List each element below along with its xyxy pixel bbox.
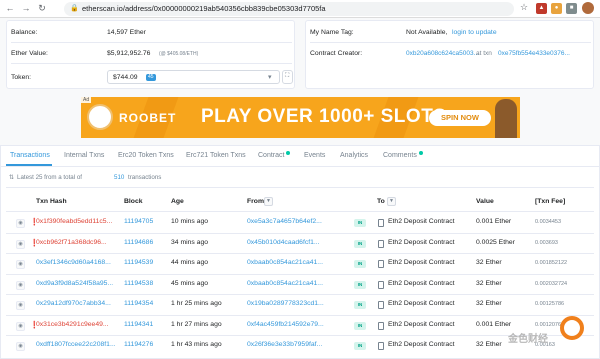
block-link[interactable]: 11194341 — [124, 321, 153, 328]
age-text: 10 mins ago — [171, 218, 209, 225]
txn-fee-text: 0.00125786 — [535, 301, 565, 307]
contract-icon — [378, 219, 384, 227]
eye-icon[interactable]: ◉ — [16, 321, 25, 331]
eye-icon[interactable]: ◉ — [16, 239, 25, 249]
value-text: 0.0025 Ether — [476, 238, 515, 246]
direction-badge: IN — [354, 239, 366, 248]
block-link[interactable]: 11194686 — [124, 239, 153, 246]
value-text: 32 Ether — [476, 279, 502, 287]
row-divider — [6, 314, 594, 316]
txn-hash-link[interactable]: 0xcb962f71a368dc96... — [36, 239, 107, 246]
contract-icon — [378, 260, 384, 268]
to-contract-link[interactable]: Eth2 Deposit Contract — [388, 259, 455, 266]
age-text: 1 hr 25 mins ago — [171, 300, 222, 307]
from-address-link[interactable]: 0xe5a3c7a4657b64ef2... — [247, 218, 322, 225]
eye-icon[interactable]: ◉ — [16, 280, 25, 290]
to-contract-link[interactable]: Eth2 Deposit Contract — [388, 239, 455, 246]
row-divider — [6, 335, 594, 336]
row-divider — [6, 253, 594, 254]
age-text: 1 hr 27 mins ago — [171, 320, 222, 328]
txn-fee-text: 0.003693 — [535, 239, 558, 246]
value-text: 32 Ether — [476, 341, 502, 348]
watermark-text: 金色财经 — [508, 334, 548, 345]
contract-icon — [378, 239, 384, 248]
direction-badge: IN — [354, 280, 366, 289]
block-link[interactable]: 11194538 — [124, 280, 153, 287]
direction-badge: IN — [354, 219, 366, 227]
age-text: 34 mins ago — [171, 238, 209, 246]
txn-fee-text: 0.002032724 — [535, 280, 568, 287]
direction-badge: IN — [354, 260, 366, 268]
from-address-link[interactable]: 0x26f36e3e33b7959faf... — [247, 341, 322, 348]
to-contract-link[interactable]: Eth2 Deposit Contract — [388, 280, 455, 287]
from-address-link[interactable]: 0x19ba0289778323cd1... — [247, 300, 324, 307]
row-divider — [6, 294, 594, 295]
txn-hash-link[interactable]: 0x1f390feabd5edd11c5... — [36, 218, 112, 225]
value-text: 32 Ether — [476, 259, 502, 266]
from-address-link[interactable]: 0xbaab0c854ac21ca41... — [247, 280, 323, 287]
from-address-link[interactable]: 0xf4ac459fb214592e79... — [247, 321, 324, 328]
direction-badge: IN — [354, 301, 366, 309]
age-text: 44 mins ago — [171, 259, 209, 266]
txn-fee-text: 0.0034453 — [535, 219, 561, 225]
txn-hash-link[interactable]: 0x3ef1346c9d60a4168... — [36, 259, 111, 266]
eye-icon[interactable]: ◉ — [16, 342, 25, 351]
row-divider — [6, 232, 594, 234]
txn-hash-link[interactable]: 0xdff1807fccee22c208f1... — [36, 341, 116, 348]
direction-badge: IN — [354, 342, 366, 350]
txn-hash-link[interactable]: 0x31ce3b4291c9ee49... — [36, 321, 109, 328]
to-contract-link[interactable]: Eth2 Deposit Contract — [388, 218, 455, 225]
to-contract-link[interactable]: Eth2 Deposit Contract — [388, 300, 455, 307]
contract-icon — [378, 321, 384, 330]
contract-icon — [378, 301, 384, 309]
value-text: 32 Ether — [476, 300, 502, 307]
watermark-logo-icon — [560, 316, 584, 340]
from-address-link[interactable]: 0x45b010d4caad6fcf1... — [247, 239, 320, 246]
to-contract-link[interactable]: Eth2 Deposit Contract — [388, 321, 455, 328]
eye-icon[interactable]: ◉ — [16, 260, 25, 269]
txn-fee-text: 0.0012076 — [535, 321, 561, 328]
row-divider — [6, 273, 594, 275]
block-link[interactable]: 11194705 — [124, 218, 153, 225]
block-link[interactable]: 11194276 — [124, 341, 153, 348]
transactions-table-body: ◉ ❗ 0x1f390feabd5edd11c5... 11194705 10 mins… — [0, 0, 600, 359]
eye-icon[interactable]: ◉ — [16, 301, 25, 310]
direction-badge: IN — [354, 321, 366, 330]
from-address-link[interactable]: 0xbaab0c854ac21ca41... — [247, 259, 323, 266]
txn-hash-link[interactable]: 0xd9a3f9d8a524f58a95... — [36, 280, 113, 287]
contract-icon — [378, 342, 384, 350]
block-link[interactable]: 11194354 — [124, 300, 153, 307]
value-text: 0.001 Ether — [476, 218, 512, 225]
to-contract-link[interactable]: Eth2 Deposit Contract — [388, 341, 455, 348]
eye-icon[interactable]: ◉ — [16, 219, 25, 228]
age-text: 1 hr 43 mins ago — [171, 341, 222, 348]
txn-fee-text: 0.001852122 — [535, 260, 568, 266]
txn-hash-link[interactable]: 0x29a12df970c7abb34... — [36, 300, 111, 307]
contract-icon — [378, 280, 384, 289]
value-text: 0.001 Ether — [476, 320, 512, 328]
age-text: 45 mins ago — [171, 279, 209, 287]
block-link[interactable]: 11194539 — [124, 259, 153, 266]
